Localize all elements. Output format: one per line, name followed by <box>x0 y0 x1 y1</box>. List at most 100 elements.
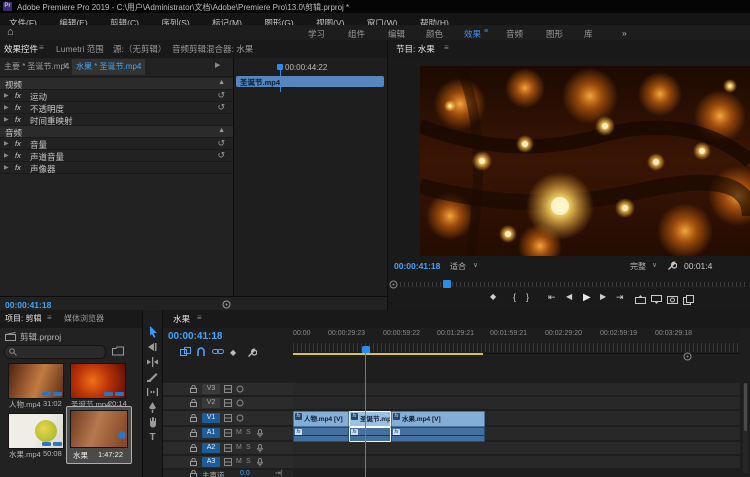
add-marker-icon[interactable]: ◆ <box>490 292 496 301</box>
track-name[interactable]: V1 <box>202 413 220 423</box>
collapse-icon[interactable]: ▲ <box>218 79 225 86</box>
effect-row-motion[interactable]: ▶ fx 运动 ↺ <box>0 90 233 102</box>
step-back-icon[interactable]: ◀ <box>566 292 572 301</box>
track-header-a1[interactable]: A1 M S <box>163 427 293 440</box>
panel-menu-icon[interactable]: ≡ <box>444 43 449 52</box>
mute-button[interactable]: M <box>236 458 242 465</box>
tab-source-monitor[interactable]: 源:（无剪辑） <box>113 43 166 55</box>
track-header-v3[interactable]: V3 <box>163 383 293 395</box>
expand-icon[interactable]: ▶ <box>4 104 9 111</box>
toggle-track-output-eye-icon[interactable] <box>236 414 244 422</box>
lift-icon[interactable] <box>635 295 646 304</box>
type-tool[interactable]: T <box>146 431 159 443</box>
toggle-track-output-eye-icon[interactable] <box>236 399 244 407</box>
track-lane-v3[interactable] <box>293 383 740 395</box>
play-icon[interactable]: ▶ <box>583 292 591 303</box>
mark-out-icon[interactable]: } <box>526 292 529 302</box>
lock-icon[interactable] <box>190 399 197 407</box>
tab-program-monitor[interactable]: 节目: 水果 <box>396 43 435 55</box>
timeline-vertical-scrollbar[interactable] <box>743 383 748 473</box>
selection-tool[interactable] <box>146 326 159 338</box>
track-name[interactable]: A2 <box>202 443 220 453</box>
effect-row-channel-volume[interactable]: ▶ fx 声道音量 ↺ <box>0 150 233 162</box>
timeline-expand-icon[interactable]: ▶ <box>215 61 220 69</box>
mark-in-icon[interactable]: { <box>513 292 516 302</box>
scrollbar-thumb[interactable] <box>744 383 747 431</box>
collapse-icon[interactable]: ▲ <box>218 127 225 134</box>
timeline-playhead-marker[interactable] <box>362 346 370 353</box>
expand-icon[interactable]: ▶ <box>4 164 9 171</box>
project-item-thumbnail[interactable] <box>70 363 126 399</box>
add-marker-icon[interactable]: ◆ <box>230 348 236 357</box>
effect-row-volume[interactable]: ▶ fx 音量 ↺ <box>0 138 233 150</box>
hand-tool[interactable] <box>146 416 159 428</box>
timeline-clip-christmas-selected[interactable]: fx 圣诞节.mp4 <box>349 411 391 427</box>
voiceover-mic-icon[interactable] <box>257 458 263 467</box>
workspace-tab-graphics[interactable]: 图形 <box>546 28 563 40</box>
project-item-selected[interactable]: 水果 1:47:22 <box>66 406 132 464</box>
track-lane-a3[interactable] <box>293 456 740 468</box>
scrubber-knob-icon[interactable] <box>389 280 398 289</box>
sync-lock-icon[interactable] <box>224 458 232 466</box>
reset-icon[interactable]: ↺ <box>217 90 225 101</box>
fit-timeline-icon[interactable]: ⇥| <box>275 469 283 477</box>
sync-lock-icon[interactable] <box>224 414 232 422</box>
reset-icon[interactable]: ↺ <box>217 138 225 149</box>
slip-tool[interactable] <box>146 386 159 398</box>
workspace-tab-effects[interactable]: 效果 <box>464 28 481 40</box>
sequence-clip-tab[interactable]: 水果 * 圣诞节.mp4 <box>72 59 145 75</box>
project-item-thumbnail[interactable] <box>8 413 64 449</box>
solo-button[interactable]: S <box>246 429 251 436</box>
ripple-edit-tool[interactable] <box>146 356 159 368</box>
lock-icon[interactable] <box>190 444 197 452</box>
timeline-audio-clip-christmas-selected[interactable]: fx <box>349 427 391 442</box>
track-select-forward-tool[interactable] <box>146 341 159 353</box>
workspace-tab-effects-menu-icon[interactable]: ≡ <box>484 28 488 35</box>
solo-button[interactable]: S <box>246 458 251 465</box>
settings-wrench-icon[interactable] <box>667 261 677 271</box>
project-item-thumbnail[interactable] <box>8 363 64 399</box>
tab-lumetri-scopes[interactable]: Lumetri 范围 <box>56 43 104 55</box>
timeline-timecode[interactable]: 00:00:41:18 <box>168 331 222 342</box>
track-header-a2[interactable]: A2 M S <box>163 442 293 454</box>
chevron-down-icon[interactable]: ∨ <box>63 61 68 69</box>
track-name[interactable]: A3 <box>202 457 220 467</box>
export-frame-camera-icon[interactable] <box>667 295 678 304</box>
mute-button[interactable]: M <box>236 429 242 436</box>
timeline-audio-clip-people[interactable]: fx <box>293 427 349 442</box>
snap-magnet-icon[interactable] <box>196 347 206 357</box>
voiceover-mic-icon[interactable] <box>257 429 263 438</box>
sync-lock-icon[interactable] <box>224 385 232 393</box>
tab-audio-clip-mixer[interactable]: 音频剪辑混合器: 水果 <box>172 43 253 55</box>
workspace-tab-learn[interactable]: 学习 <box>308 28 325 40</box>
timeline-settings-wrench-icon[interactable] <box>247 348 257 358</box>
search-input[interactable] <box>19 346 105 359</box>
timeline-clip-fruit[interactable]: fx 水果.mp4 [V] <box>391 411 485 427</box>
chevron-down-icon[interactable]: ∨ <box>652 261 657 269</box>
workspace-tab-editing[interactable]: 编辑 <box>388 28 405 40</box>
tab-project[interactable]: 项目: 剪辑 <box>5 313 41 324</box>
track-lane-v2[interactable] <box>293 397 740 409</box>
effects-section-video[interactable]: 视频 ▲ <box>0 78 233 90</box>
master-track-header[interactable]: 主声道 0.0 ⇥| <box>163 470 293 477</box>
effect-row-panner[interactable]: ▶ fx 声像器 <box>0 162 233 174</box>
effect-row-opacity[interactable]: ▶ fx 不透明度 ↺ <box>0 102 233 114</box>
program-playhead[interactable] <box>443 280 451 288</box>
pen-tool[interactable] <box>146 401 159 413</box>
track-name[interactable]: V2 <box>202 398 220 408</box>
reset-icon[interactable]: ↺ <box>217 150 225 161</box>
workspace-tab-assembly[interactable]: 组件 <box>348 28 365 40</box>
reset-icon[interactable]: ↺ <box>217 102 225 113</box>
mute-button[interactable]: M <box>236 444 242 451</box>
master-clip-label[interactable]: 主要 * 圣诞节.mp4 <box>4 61 69 72</box>
tab-media-browser[interactable]: 媒体浏览器 <box>64 313 104 324</box>
search-box[interactable] <box>4 345 106 359</box>
zoom-knob-icon[interactable] <box>222 300 231 309</box>
track-header-v1[interactable]: V1 <box>163 411 293 425</box>
go-to-out-icon[interactable]: ⇥ <box>616 292 624 303</box>
master-level-value[interactable]: 0.0 <box>240 470 250 477</box>
effect-row-time-remapping[interactable]: ▶ fx 时间重映射 <box>0 114 233 126</box>
voiceover-mic-icon[interactable] <box>257 444 263 453</box>
workspace-overflow-icon[interactable]: » <box>622 28 627 38</box>
mini-timeline-clip[interactable]: 圣诞节.mp4 <box>236 76 384 87</box>
